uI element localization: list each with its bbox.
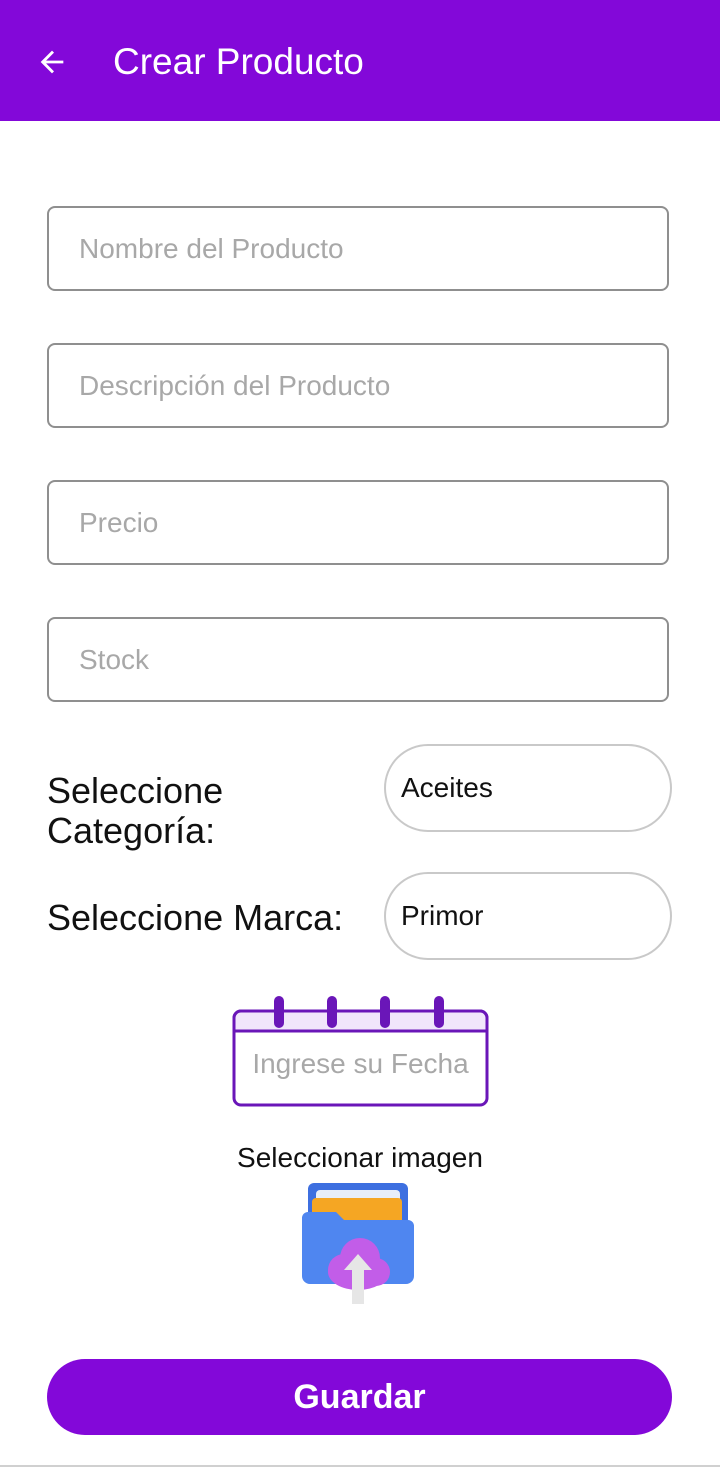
stock-field[interactable] [47, 617, 669, 702]
arrow-left-icon [40, 50, 64, 74]
category-dropdown[interactable]: Aceites [384, 744, 672, 832]
select-image-button[interactable] [300, 1180, 416, 1306]
price-input[interactable] [49, 482, 667, 563]
select-image-label: Seleccionar imagen [237, 1142, 483, 1173]
date-input[interactable]: Ingrese su Fecha [232, 1041, 489, 1087]
price-field[interactable] [47, 480, 669, 565]
save-button[interactable]: Guardar [47, 1359, 672, 1435]
product-description-field[interactable] [47, 343, 669, 428]
brand-label: Seleccione Marca: [47, 897, 344, 938]
category-label: Seleccione Categoría: [47, 770, 224, 851]
page-title: Crear Producto [113, 41, 364, 82]
product-description-input[interactable] [49, 345, 667, 426]
folder-upload-icon [302, 1183, 414, 1304]
product-name-field[interactable] [47, 206, 669, 291]
app-bar: Crear Producto [0, 0, 720, 121]
product-name-input[interactable] [49, 208, 667, 289]
stock-input[interactable] [49, 619, 667, 700]
category-selected-value: Aceites [401, 772, 493, 803]
brand-selected-value: Primor [401, 900, 484, 931]
date-picker[interactable]: Ingrese su Fecha [232, 993, 489, 1107]
back-button[interactable] [28, 38, 76, 86]
brand-dropdown[interactable]: Primor [384, 872, 672, 960]
